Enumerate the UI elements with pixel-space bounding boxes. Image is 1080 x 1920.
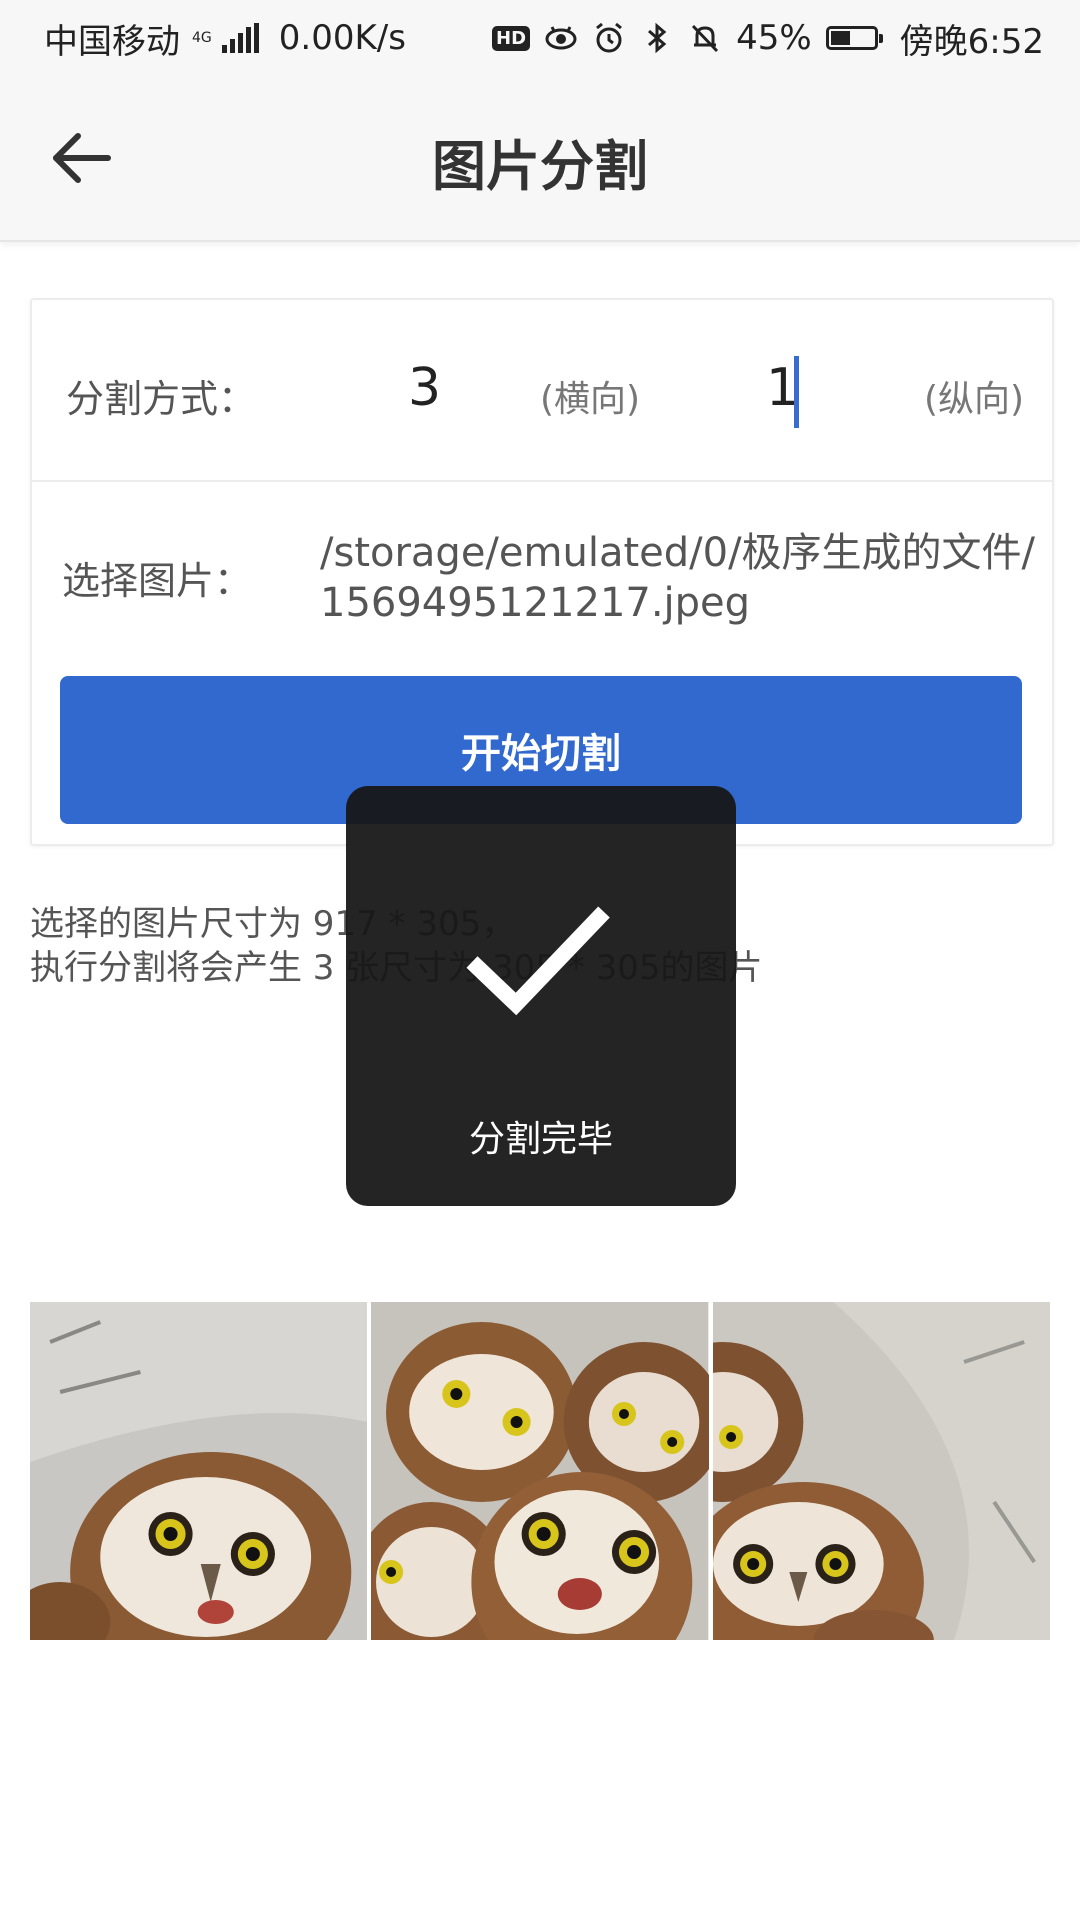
owl-photo-3 [712, 1302, 1050, 1640]
mute-bell-icon [691, 24, 719, 53]
network-indicator: 4G [192, 31, 212, 45]
status-left: 中国移动 4G 0.00K/s [0, 14, 406, 63]
select-image-label: 选择图片： [62, 559, 253, 603]
page-title: 图片分割 [432, 135, 648, 198]
network-type: 4G [192, 30, 212, 46]
slice-image-1[interactable] [30, 1302, 368, 1640]
eye-icon [545, 26, 577, 50]
toast-message: 分割完毕 [468, 1119, 613, 1160]
split-mode-row: 分割方式： 3 (横向) 1 (纵向) [32, 300, 1052, 482]
hd-icon: HD [492, 25, 531, 51]
horizontal-unit-label: (横向) [540, 379, 641, 420]
slice-image-3[interactable] [712, 1302, 1050, 1640]
split-mode-label: 分割方式： [66, 377, 257, 421]
status-bar: 中国移动 4G 0.00K/s HD 45% 傍晚6:52 [0, 0, 1080, 76]
status-right: HD 45% 傍晚6:52 [492, 14, 1080, 63]
result-slices [30, 1302, 1050, 1640]
battery-icon [825, 26, 883, 50]
vertical-unit-label: (纵向) [924, 379, 1025, 420]
owl-photo-2 [371, 1302, 709, 1640]
text-caret [794, 356, 799, 428]
bluetooth-icon [648, 22, 667, 54]
checkmark-icon [466, 906, 610, 1016]
battery-percent: 45% [736, 18, 812, 58]
app-bar: 图片分割 [0, 76, 1080, 242]
split-form-card: 分割方式： 3 (横向) 1 (纵向) 选择图片： /storage/emula… [30, 298, 1054, 846]
signal-icon [221, 23, 259, 53]
owl-photo-1 [30, 1302, 368, 1640]
clock: 傍晚6:52 [899, 21, 1044, 62]
success-toast: 分割完毕 [346, 786, 736, 1206]
slice-image-2[interactable] [371, 1302, 709, 1640]
image-path-field[interactable]: /storage/emulated/0/极序生成的文件/156949512121… [320, 528, 1040, 628]
network-speed: 0.00K/s [278, 18, 406, 58]
alarm-icon [596, 22, 622, 53]
carrier-label: 中国移动 [44, 21, 180, 62]
horizontal-count-input[interactable]: 3 [408, 358, 441, 418]
